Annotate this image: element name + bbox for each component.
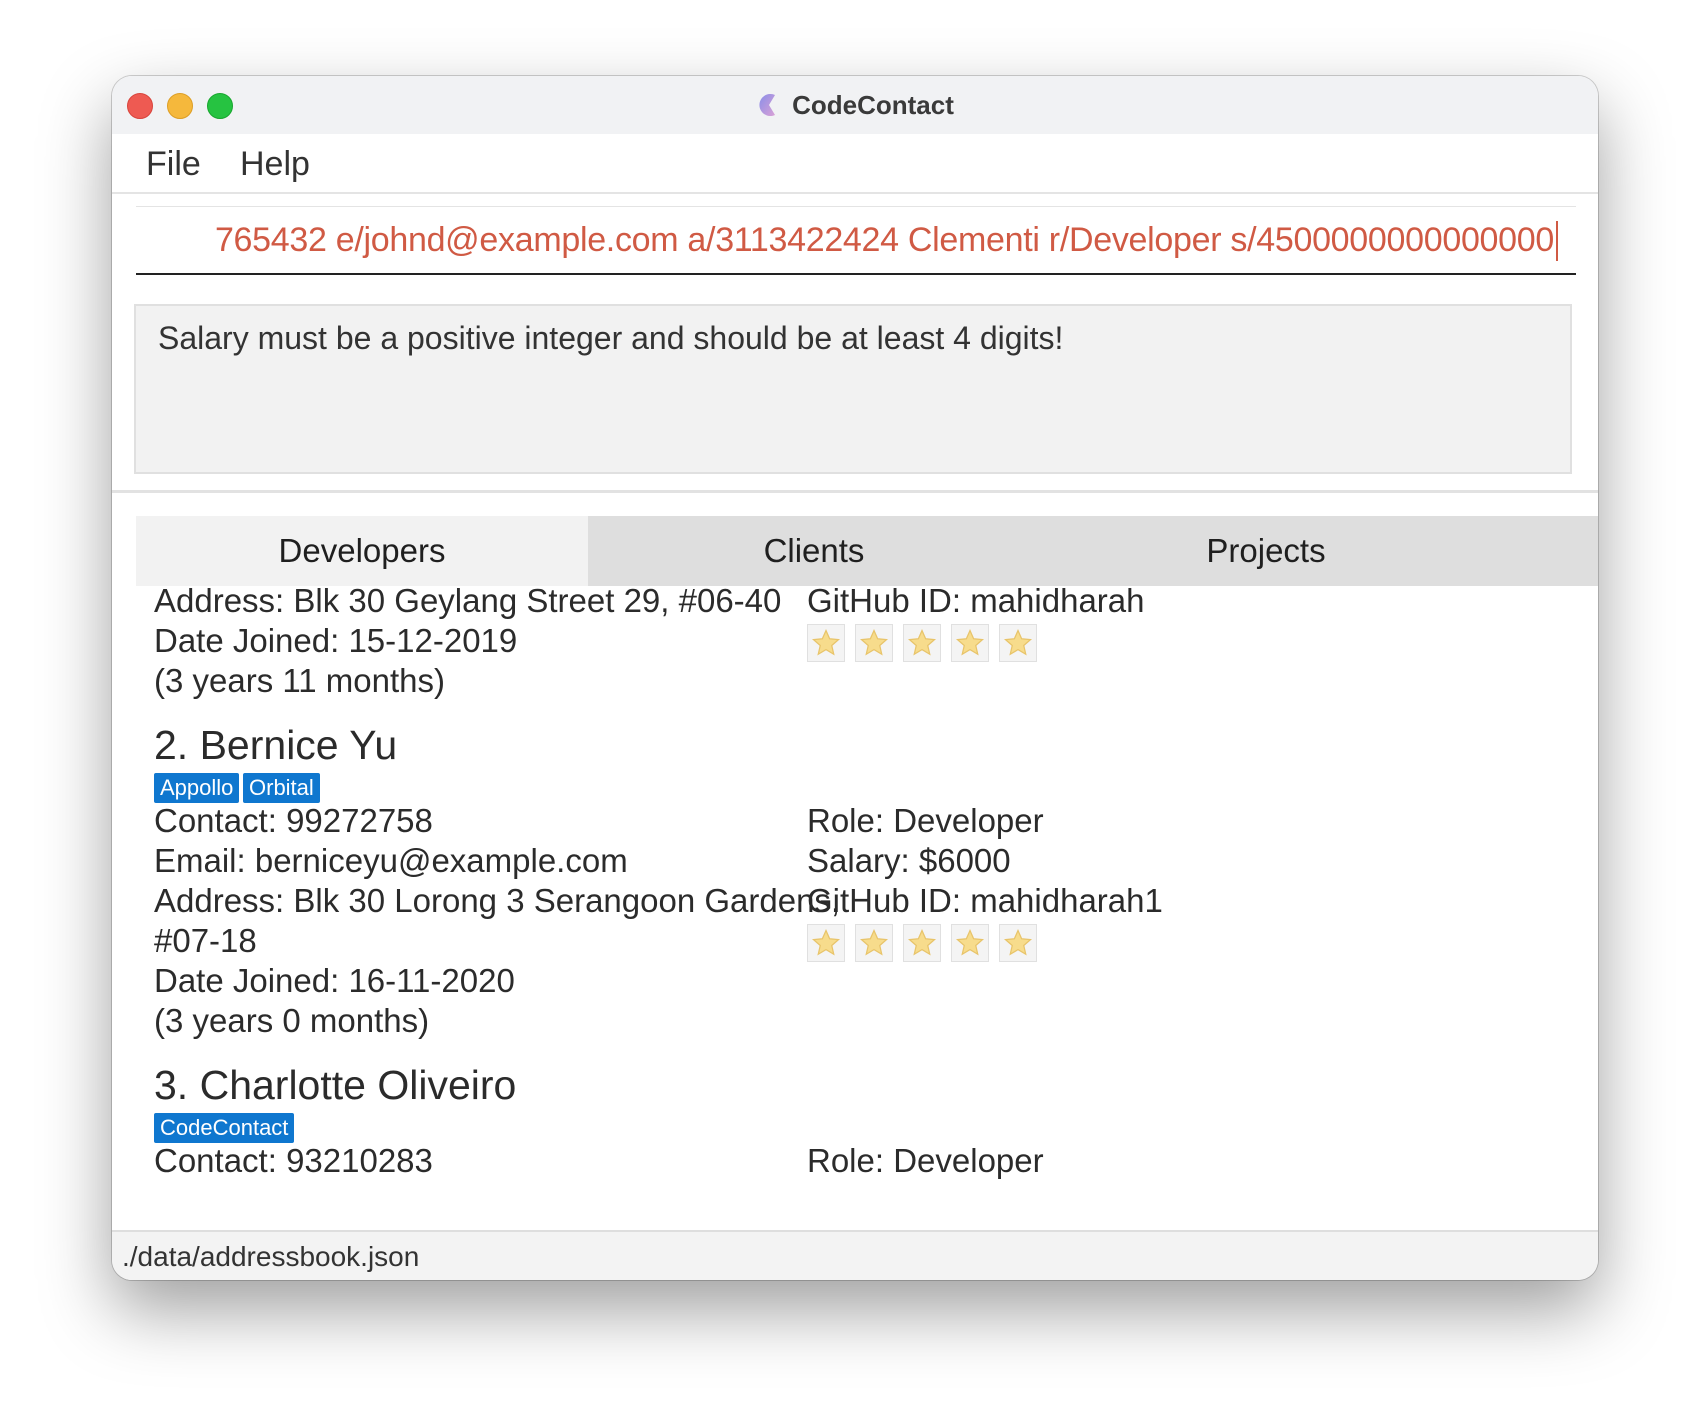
result-panel: Salary must be a positive integer and sh…	[112, 290, 1598, 490]
developer-address: Address: Blk 30 Geylang Street 29, #06-4…	[154, 586, 782, 619]
command-panel: 765432 e/johnd@example.com a/3113422424 …	[112, 194, 1598, 293]
developer-github: GitHub ID: mahidharah	[807, 586, 1145, 619]
command-input-text: 765432 e/johnd@example.com a/3113422424 …	[214, 221, 1554, 259]
menu-file[interactable]: File	[146, 145, 201, 184]
developer-tenure: (3 years 11 months)	[154, 662, 446, 699]
tag-badge: Appollo	[154, 773, 240, 803]
developer-date-joined: Date Joined: 16-11-2020	[154, 962, 515, 999]
app-logo-icon	[759, 94, 776, 116]
result-display[interactable]: Salary must be a positive integer and sh…	[134, 304, 1572, 474]
developer-tenure: (3 years 0 months)	[154, 1002, 430, 1039]
developer-date-joined: Date Joined: 15-12-2019	[154, 622, 518, 659]
result-message: Salary must be a positive integer and sh…	[158, 320, 1064, 356]
title-wrap: CodeContact	[112, 76, 1598, 134]
developer-github: GitHub ID: mahidharah1	[807, 882, 1163, 919]
star-icon	[807, 624, 845, 662]
developer-address-continued: #07-18	[154, 922, 257, 959]
data-file-path: ./data/addressbook.json	[122, 1241, 420, 1272]
developer-name: 2. Bernice Yu	[154, 722, 398, 768]
tab-clients[interactable]: Clients	[588, 516, 1040, 586]
star-icon	[807, 924, 845, 962]
text-caret	[1556, 221, 1558, 261]
app-window: CodeContact File Help 765432 e/johnd@exa…	[112, 76, 1598, 1280]
star-icon	[903, 924, 941, 962]
tab-developers[interactable]: Developers	[136, 516, 588, 586]
developer-salary: Salary: $6000	[807, 842, 1011, 879]
developer-email: Email: berniceyu@example.com	[154, 842, 628, 879]
star-icon	[951, 924, 989, 962]
rating-stars	[807, 624, 1047, 664]
star-icon	[855, 924, 893, 962]
tab-projects[interactable]: Projects	[1040, 516, 1492, 586]
star-icon	[855, 624, 893, 662]
tag-badge: CodeContact	[154, 1113, 295, 1143]
menu-bar: File Help	[112, 134, 1598, 194]
star-icon	[951, 624, 989, 662]
panel-divider	[112, 490, 1598, 493]
menu-help[interactable]: Help	[240, 145, 310, 184]
title-bar[interactable]: CodeContact	[112, 76, 1598, 135]
developer-role: Role: Developer	[807, 1142, 1044, 1179]
developer-name: 3. Charlotte Oliveiro	[154, 1062, 517, 1108]
star-icon	[999, 924, 1037, 962]
window-title: CodeContact	[792, 89, 954, 120]
star-icon	[999, 624, 1037, 662]
tag-badge: Orbital	[243, 773, 320, 803]
status-bar: ./data/addressbook.json	[112, 1230, 1598, 1280]
command-input[interactable]: 765432 e/johnd@example.com a/3113422424 …	[136, 206, 1576, 275]
tab-bar: Developers Clients Projects	[136, 516, 1598, 586]
developer-address: Address: Blk 30 Lorong 3 Serangoon Garde…	[154, 882, 841, 919]
rating-stars	[807, 924, 1047, 964]
developer-list[interactable]: Address: Blk 30 Geylang Street 29, #06-4…	[112, 586, 1598, 1186]
developer-contact: Contact: 99272758	[154, 802, 433, 839]
developer-role: Role: Developer	[807, 802, 1044, 839]
developer-contact: Contact: 93210283	[154, 1142, 433, 1179]
star-icon	[903, 624, 941, 662]
